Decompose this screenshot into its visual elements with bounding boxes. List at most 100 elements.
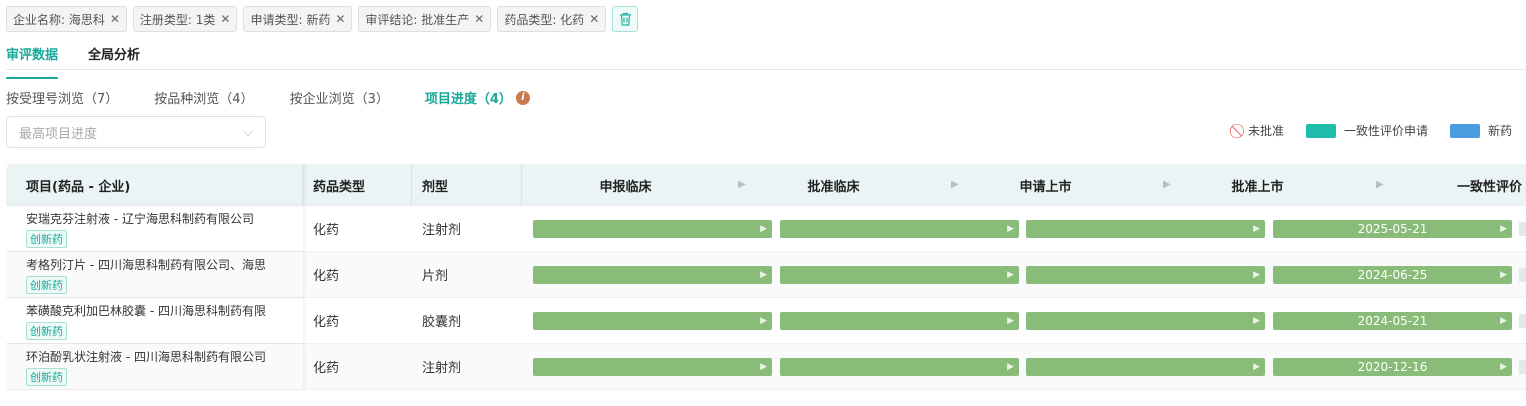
project-name[interactable]: 考格列汀片 - 四川海思科制药有限公司、海思 <box>26 256 286 273</box>
play-end-icon: ▶ <box>1007 362 1014 372</box>
close-icon[interactable]: ✕ <box>589 12 599 26</box>
filter-label: 注册类型: 1类 <box>139 12 216 27</box>
subtab-by-acceptance[interactable]: 按受理号浏览（7） <box>6 88 118 107</box>
play-end-icon: ▶ <box>1007 270 1014 280</box>
stage-bar[interactable]: ▶ <box>533 312 772 330</box>
stage-bar-empty <box>1519 360 1526 374</box>
play-end-icon: ▶ <box>1007 316 1014 326</box>
project-name[interactable]: 环泊酚乳状注射液 - 四川海思科制药有限公司 <box>26 348 286 365</box>
sub-tabs: 按受理号浏览（7） 按品种浏览（4） 按企业浏览（3） 项目进度（4） i <box>6 88 530 107</box>
stage-bar[interactable]: ▶ <box>780 266 1019 284</box>
stage-bar[interactable]: ▶ <box>780 358 1019 376</box>
close-icon[interactable]: ✕ <box>474 12 484 26</box>
filter-label: 审评结论: 批准生产 <box>365 12 470 27</box>
filter-chip[interactable]: 审评结论: 批准生产 ✕ <box>358 6 492 32</box>
table-row[interactable]: 苯磺酸克利加巴林胶囊 - 四川海思科制药有限 创新药 化药 胶囊剂 ▶ ▶ ▶ 2024-… <box>6 298 1526 344</box>
stage-bar[interactable]: 2025-05-21 ▶ <box>1273 220 1512 238</box>
legend-consistency: 一致性评价申请 <box>1344 124 1429 138</box>
play-end-icon: ▶ <box>1253 270 1260 280</box>
close-icon[interactable]: ✕ <box>220 12 230 26</box>
subtab-by-variety[interactable]: 按品种浏览（4） <box>154 88 253 107</box>
close-icon[interactable]: ✕ <box>110 12 120 26</box>
trash-icon <box>619 12 631 26</box>
stage-bar[interactable]: ▶ <box>1026 358 1265 376</box>
play-end-icon: ▶ <box>760 270 767 280</box>
clear-filters-button[interactable] <box>612 6 639 32</box>
table-row[interactable]: 考格列汀片 - 四川海思科制药有限公司、海思 创新药 化药 片剂 ▶ ▶ ▶ 2024-0… <box>6 252 1526 298</box>
select-placeholder: 最高项目进度 <box>19 126 98 142</box>
dosage-form-cell: 胶囊剂 <box>422 315 462 330</box>
project-name[interactable]: 苯磺酸克利加巴林胶囊 - 四川海思科制药有限 <box>26 302 286 319</box>
innovative-badge: 创新药 <box>26 275 67 294</box>
filter-chip[interactable]: 注册类型: 1类 ✕ <box>132 6 238 32</box>
legend-swatch-new <box>1450 123 1481 138</box>
stage-bar-empty <box>1519 268 1526 282</box>
legend-swatch-consistency <box>1306 123 1337 138</box>
subtab-project-progress[interactable]: 项目进度（4） i <box>425 88 530 107</box>
stage-bar[interactable]: ▶ <box>780 312 1019 330</box>
info-icon[interactable]: i <box>515 90 530 105</box>
header-project: 项目(药品 - 企业) <box>6 164 303 206</box>
stage-bar-empty <box>1519 314 1526 328</box>
drug-type-cell: 化药 <box>313 269 340 284</box>
subtab-by-company[interactable]: 按企业浏览（3） <box>290 88 389 107</box>
stage-bar[interactable]: ▶ <box>533 220 772 238</box>
play-end-icon: ▶ <box>1007 224 1014 234</box>
stage-date: 2024-06-25 <box>1357 268 1428 282</box>
table-header: 项目(药品 - 企业) 药品类型 剂型 申报临床 ▶ 批准临床 ▶ 申请上市 ▶… <box>6 164 1526 206</box>
play-end-icon: ▶ <box>1253 362 1260 372</box>
stage-date: 2020-12-16 <box>1357 360 1428 374</box>
project-cell: 苯磺酸克利加巴林胶囊 - 四川海思科制药有限 创新药 <box>6 298 303 343</box>
stage-bar[interactable]: 2024-05-21 ▶ <box>1273 312 1512 330</box>
stage-bar[interactable]: ▶ <box>1026 266 1265 284</box>
project-cell: 考格列汀片 - 四川海思科制药有限公司、海思 创新药 <box>6 252 303 297</box>
play-end-icon: ▶ <box>1500 270 1507 280</box>
filter-chips: 企业名称: 海思科 ✕ 注册类型: 1类 ✕ 申请类型: 新药 ✕ 审评结论: 批准生… <box>6 6 639 32</box>
stage-bar[interactable]: 2024-06-25 ▶ <box>1273 266 1512 284</box>
dosage-form-cell: 片剂 <box>422 269 449 284</box>
chevron-down-icon: ⌵ <box>243 124 253 140</box>
project-cell: 安瑞克芬注射液 - 辽宁海思科制药有限公司 创新药 <box>6 206 303 251</box>
drug-type-cell: 化药 <box>313 315 340 330</box>
stage-bar[interactable]: ▶ <box>533 358 772 376</box>
dosage-form-cell: 注射剂 <box>422 361 462 376</box>
filter-label: 药品类型: 化药 <box>504 12 585 27</box>
filter-chip[interactable]: 企业名称: 海思科 ✕ <box>6 6 127 32</box>
play-end-icon: ▶ <box>760 224 767 234</box>
dosage-form-cell: 注射剂 <box>422 223 462 238</box>
stage-bar[interactable]: 2020-12-16 ▶ <box>1273 358 1512 376</box>
divider <box>6 69 1526 70</box>
stage-bar[interactable]: ▶ <box>533 266 772 284</box>
play-end-icon: ▶ <box>1500 362 1507 372</box>
stage-bar[interactable]: ▶ <box>1026 312 1265 330</box>
progress-select[interactable]: 最高项目进度 ⌵ <box>6 116 266 148</box>
header-stage: 一致性评价 <box>1456 179 1522 195</box>
header-stage: 批准临床 <box>807 179 860 195</box>
drug-type-cell: 化药 <box>313 361 340 376</box>
progress-table: 项目(药品 - 企业) 药品类型 剂型 申报临床 ▶ 批准临床 ▶ 申请上市 ▶… <box>6 164 1526 390</box>
stage-date: 2025-05-21 <box>1357 222 1428 236</box>
filter-label: 企业名称: 海思科 <box>13 12 105 27</box>
stage-bar[interactable]: ▶ <box>780 220 1019 238</box>
filter-label: 申请类型: 新药 <box>250 12 331 27</box>
table-row[interactable]: 安瑞克芬注射液 - 辽宁海思科制药有限公司 创新药 化药 注射剂 ▶ ▶ ▶ 2025-0… <box>6 206 1526 252</box>
filter-chip[interactable]: 药品类型: 化药 ✕ <box>497 6 607 32</box>
table-row[interactable]: 环泊酚乳状注射液 - 四川海思科制药有限公司 创新药 化药 注射剂 ▶ ▶ ▶ 2020-… <box>6 344 1526 390</box>
subtab-label: 项目进度（4） <box>424 92 512 107</box>
play-end-icon: ▶ <box>1500 316 1507 326</box>
legend-rejected: 未批准 <box>1248 124 1285 138</box>
innovative-badge: 创新药 <box>26 229 67 248</box>
tab-review-data[interactable]: 审评数据 <box>6 40 59 79</box>
stage-bar[interactable]: ▶ <box>1026 220 1265 238</box>
stage-bar-empty <box>1519 222 1526 236</box>
innovative-badge: 创新药 <box>26 367 67 386</box>
close-icon[interactable]: ✕ <box>335 12 345 26</box>
main-tabs: 审评数据 全局分析 <box>6 40 140 79</box>
stage-date: 2024-05-21 <box>1357 314 1428 328</box>
play-end-icon: ▶ <box>1253 224 1260 234</box>
project-name[interactable]: 安瑞克芬注射液 - 辽宁海思科制药有限公司 <box>26 210 286 227</box>
tab-global-analysis[interactable]: 全局分析 <box>88 40 140 79</box>
legend: ⃠ 未批准 一致性评价申请 新药 <box>1240 122 1512 139</box>
arrow-right-icon: ▶ <box>1376 179 1384 190</box>
filter-chip[interactable]: 申请类型: 新药 ✕ <box>243 6 353 32</box>
